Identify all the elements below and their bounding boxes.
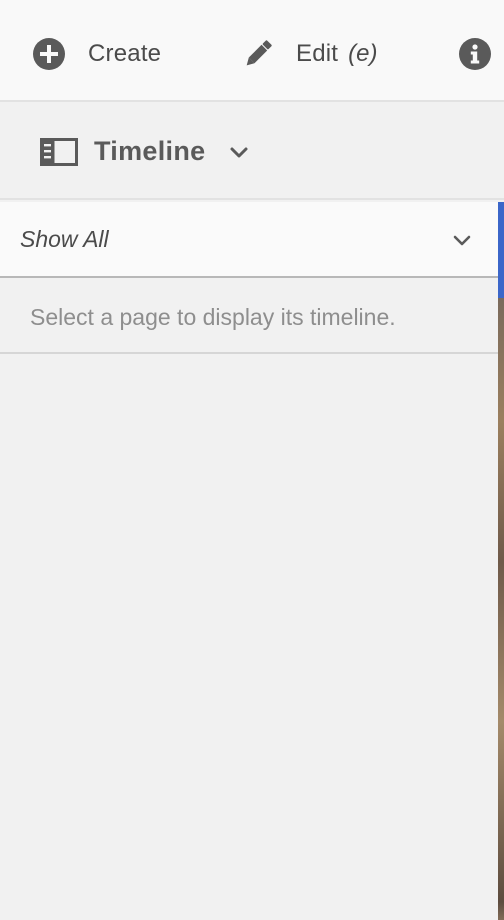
timeline-empty-state: Select a page to display its timeline. [0, 278, 498, 354]
rail-panel-icon [40, 137, 78, 166]
edit-label: Edit [296, 40, 339, 67]
edit-button[interactable]: Edit (e) [240, 30, 378, 78]
top-action-bar: Create Edit (e) [0, 0, 504, 102]
timeline-filter-select[interactable]: Show All [0, 202, 498, 278]
create-label: Create [88, 40, 162, 67]
add-circle-icon [32, 37, 66, 71]
rail-title: Timeline [94, 136, 206, 166]
content-edge [498, 202, 504, 920]
info-icon [458, 37, 492, 71]
empty-state-text: Select a page to display its timeline. [30, 304, 396, 330]
pencil-icon [240, 36, 276, 72]
filter-selected-value: Show All [20, 226, 109, 252]
edit-shortcut-hint: (e) [348, 40, 378, 67]
chevron-down-icon [229, 142, 249, 162]
create-button[interactable]: Create [32, 30, 161, 78]
chevron-down-icon [452, 230, 472, 250]
rail-header: Timeline [0, 102, 504, 200]
rail-selector[interactable]: Timeline [40, 136, 249, 167]
info-button[interactable] [458, 30, 492, 78]
